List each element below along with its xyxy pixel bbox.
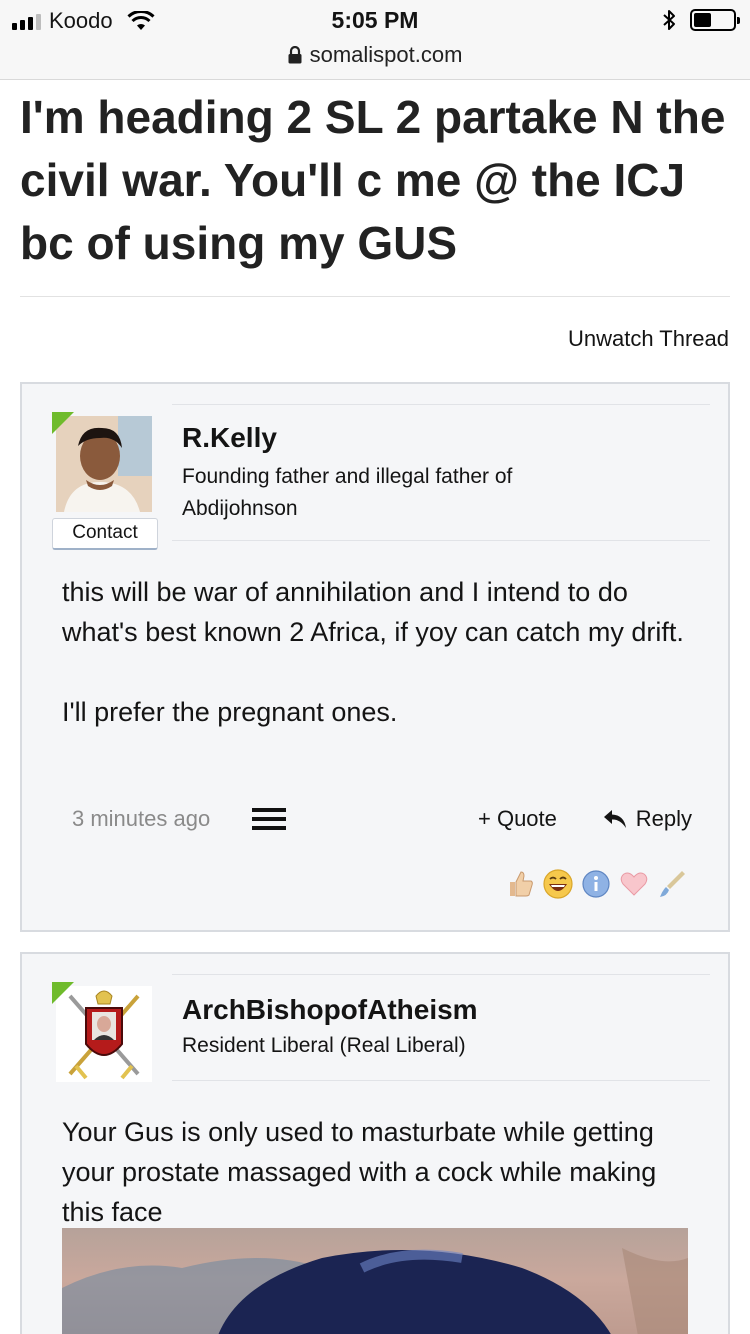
- menu-icon[interactable]: [252, 808, 286, 830]
- lock-icon: [288, 46, 302, 64]
- url-text: somalispot.com: [309, 42, 463, 67]
- thumbs-up-icon[interactable]: [504, 868, 536, 900]
- post-timestamp[interactable]: 3 minutes ago: [72, 806, 210, 832]
- message-paragraph: Your Gus is only used to masturbate whil…: [62, 1117, 657, 1227]
- info-icon[interactable]: [580, 868, 612, 900]
- user-title: Founding father and illegal father of Ab…: [182, 465, 513, 520]
- divider: [172, 540, 710, 541]
- contact-button[interactable]: Contact: [52, 518, 158, 550]
- divider: [20, 296, 730, 297]
- embedded-image[interactable]: [62, 1228, 688, 1334]
- quote-button[interactable]: + Quote: [478, 806, 557, 832]
- thread-title: I'm heading 2 SL 2 partake N the civil w…: [20, 91, 726, 269]
- post-message: Your Gus is only used to masturbate whil…: [62, 1112, 702, 1232]
- username[interactable]: ArchBishopofAtheism: [182, 994, 478, 1026]
- online-indicator: [52, 412, 74, 434]
- embedded-photo: [62, 1248, 688, 1334]
- post-message: this will be war of annihilation and I i…: [62, 572, 702, 732]
- reply-label: Reply: [635, 806, 692, 831]
- user-avatar[interactable]: [52, 412, 156, 516]
- post: ArchBishopofAtheism Resident Liberal (Re…: [20, 952, 730, 1334]
- divider: [172, 404, 710, 405]
- message-paragraph: this will be war of annihilation and I i…: [62, 577, 684, 647]
- reply-button[interactable]: Reply: [602, 806, 692, 832]
- divider: [172, 974, 710, 975]
- status-bar: Koodo 5:05 PM somalispot.com: [0, 0, 750, 80]
- battery-icon: [690, 9, 740, 31]
- status-right: [662, 8, 740, 32]
- clock: 5:05 PM: [331, 7, 419, 33]
- divider: [172, 1080, 710, 1081]
- message-paragraph: I'll prefer the pregnant ones.: [62, 697, 398, 727]
- laughing-face-icon[interactable]: [542, 868, 574, 900]
- online-indicator: [52, 982, 74, 1004]
- post-footer: 3 minutes ago + Quote Reply: [72, 804, 692, 838]
- user-avatar[interactable]: [52, 982, 156, 1086]
- paintbrush-icon[interactable]: [656, 868, 688, 900]
- reply-arrow-icon: [603, 810, 626, 828]
- unwatch-thread-link[interactable]: Unwatch Thread: [568, 326, 729, 352]
- address-bar[interactable]: somalispot.com: [0, 42, 750, 68]
- reactions-bar: [504, 868, 688, 900]
- user-title: Resident Liberal (Real Liberal): [182, 1034, 466, 1057]
- post: Contact R.Kelly Founding father and ille…: [20, 382, 730, 932]
- username[interactable]: R.Kelly: [182, 422, 277, 454]
- bluetooth-icon: [663, 10, 675, 30]
- heart-icon[interactable]: [618, 868, 650, 900]
